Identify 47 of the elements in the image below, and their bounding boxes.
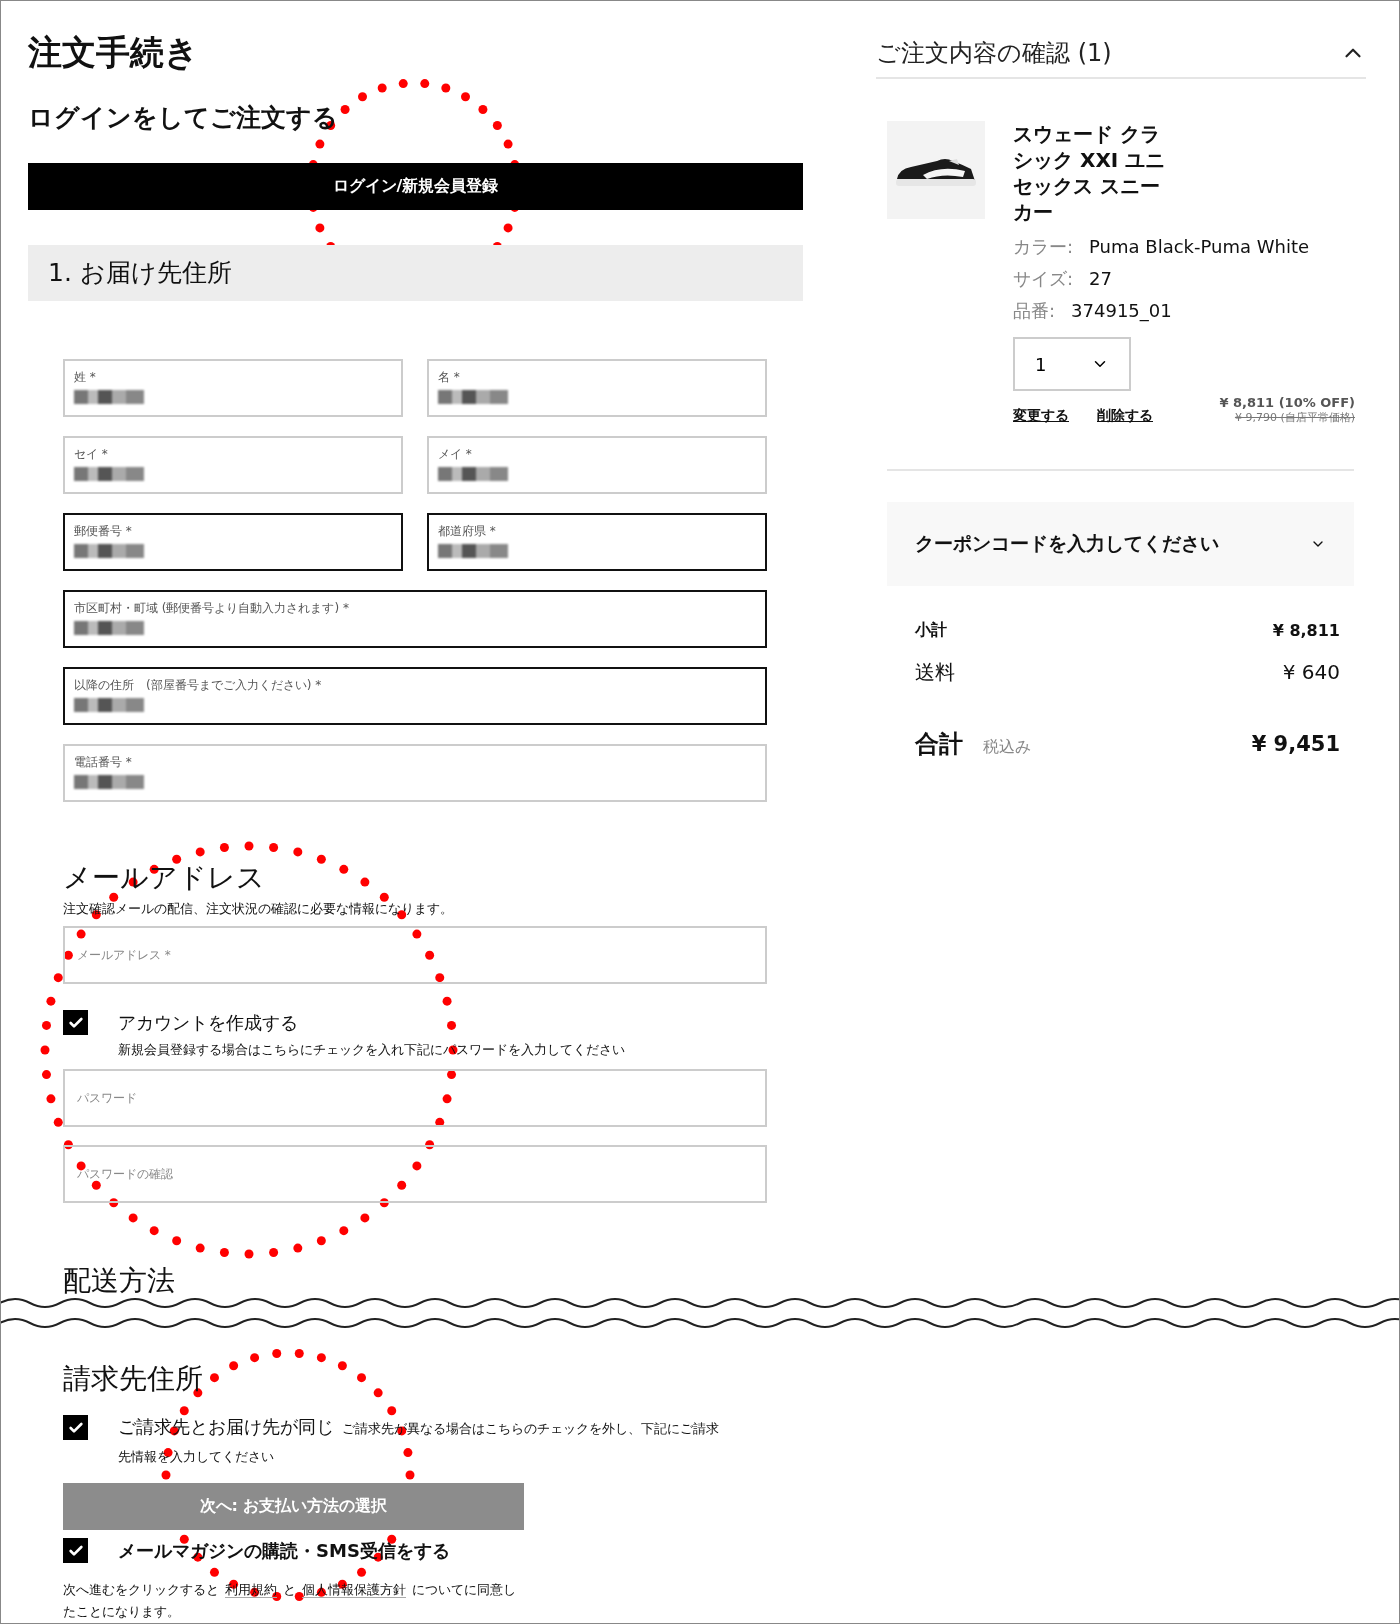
attribute-label: サイズ: (1013, 267, 1074, 291)
checkbox-label[interactable]: メールマガジンの購読・SMS受信をする (118, 1538, 450, 1563)
hint-text: 先情報を入力してください (118, 1448, 275, 1466)
checkbox[interactable] (63, 1010, 88, 1035)
login-button[interactable]: ログイン/新規会員登録 (28, 163, 803, 210)
login-heading: ログインをしてご注文する (28, 102, 339, 134)
total-label: 合計 (915, 730, 963, 758)
total-value: ¥ 9,451 (1251, 732, 1340, 756)
section-heading: 配送方法 (63, 1263, 176, 1299)
input-field[interactable]: メイ * (427, 436, 767, 494)
checkbox-label[interactable]: アカウントを作成する (118, 1010, 298, 1035)
checkbox[interactable] (63, 1538, 88, 1563)
section-heading: メールアドレス (63, 860, 266, 896)
sale-price: ¥ 8,811 (10% OFF) (1219, 395, 1355, 410)
original-price: ¥ 9,790 (自店平常価格) (1234, 410, 1355, 425)
checkbox[interactable] (63, 1415, 88, 1440)
product-name: スウェード クラシック XXI ユニセックス スニーカー (1013, 121, 1167, 225)
coupon-toggle[interactable]: クーポンコードを入力してください (887, 502, 1354, 586)
input-field[interactable]: パスワードの確認 (63, 1145, 767, 1203)
total-label: 送料 (915, 659, 955, 684)
input-field[interactable]: 以降の住所 (部屋番号までご入力ください) * (63, 667, 767, 725)
input-field[interactable]: 都道府県 * (427, 513, 767, 571)
section-heading: 1. お届け先住所 (28, 244, 803, 301)
order-summary-header[interactable]: ご注文内容の確認 (1) (876, 29, 1366, 79)
input-field[interactable]: 市区町村・町域 (郵便番号より自動入力されます) * (63, 590, 767, 648)
input-field[interactable]: 郵便番号 * (63, 513, 403, 571)
attribute-value: 27 (1089, 267, 1112, 291)
attribute-label: 品番: (1013, 299, 1056, 323)
page-title: 注文手続き (28, 31, 200, 74)
input-field[interactable]: 姓 * (63, 359, 403, 417)
section-heading: 請求先住所 (63, 1361, 204, 1397)
input-field[interactable]: 電話番号 * (63, 744, 767, 802)
action-link[interactable]: 削除する (1097, 407, 1153, 425)
input-field[interactable]: メールアドレス * (63, 926, 767, 984)
attribute-value: Puma Black-Puma White (1089, 235, 1310, 259)
input-field[interactable]: セイ * (63, 436, 403, 494)
input-field[interactable]: 名 * (427, 359, 767, 417)
action-link[interactable]: 変更する (1013, 407, 1069, 425)
attribute-label: カラー: (1013, 235, 1074, 259)
total-label: 小計 (915, 619, 947, 639)
input-field[interactable]: パスワード (63, 1069, 767, 1127)
total-value: ¥ 8,811 (1272, 620, 1340, 640)
quantity-select[interactable]: 1 (1013, 337, 1131, 391)
checkbox-label[interactable]: ご請求先とお届け先が同じ (118, 1415, 334, 1439)
tax-note: 税込み (983, 737, 1031, 756)
attribute-value: 374915_01 (1071, 299, 1172, 324)
total-value: ¥ 640 (1282, 660, 1340, 684)
